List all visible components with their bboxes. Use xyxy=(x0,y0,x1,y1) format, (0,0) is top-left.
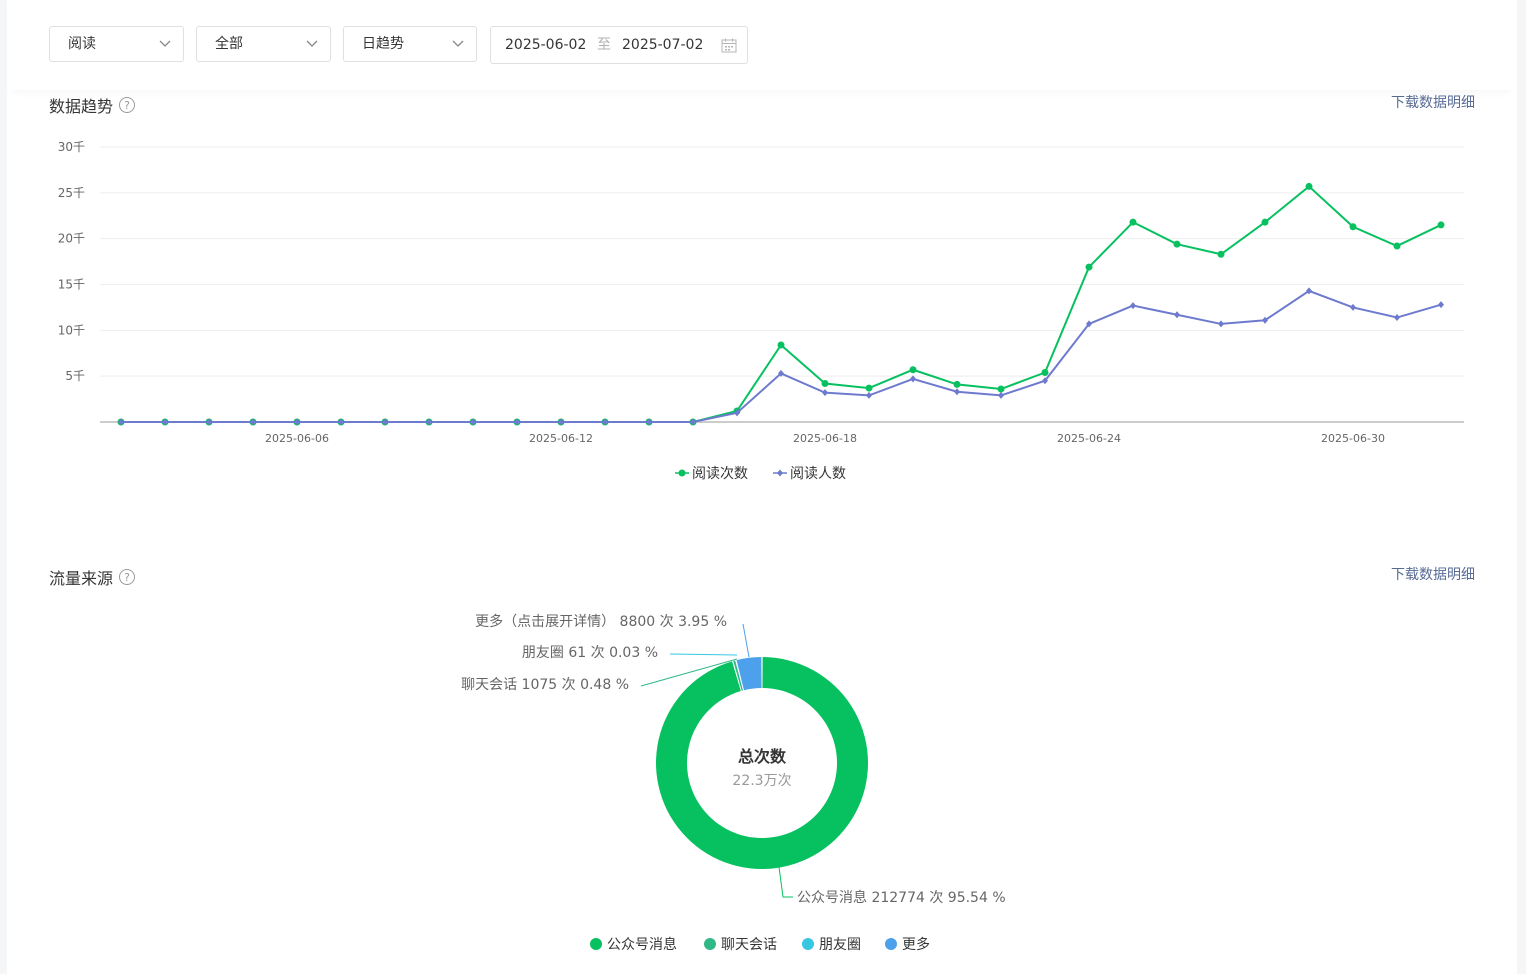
traffic-download-link[interactable]: 下载数据明细 xyxy=(1391,564,1475,584)
legend-dot xyxy=(802,938,814,950)
data-point[interactable] xyxy=(1129,218,1137,226)
legend-label: 更多 xyxy=(902,936,930,953)
legend-item-1[interactable]: 公众号消息 xyxy=(590,936,677,953)
donut-center-title: 总次数 xyxy=(738,747,787,766)
data-point[interactable] xyxy=(909,366,917,374)
legend-marker xyxy=(777,469,783,477)
data-point[interactable] xyxy=(1041,369,1049,376)
data-point[interactable] xyxy=(1261,218,1269,226)
date-end[interactable]: 2025-07-02 xyxy=(622,27,703,63)
date-separator: 至 xyxy=(597,37,611,53)
data-point[interactable] xyxy=(1305,182,1313,190)
data-point[interactable] xyxy=(1085,263,1093,271)
data-point[interactable] xyxy=(1393,242,1401,250)
chevron-down-icon xyxy=(159,40,171,47)
legend-dot xyxy=(885,938,897,950)
x-tick-label: 2025-06-30 xyxy=(1321,432,1385,445)
data-point[interactable] xyxy=(1350,303,1356,311)
legend-item-2[interactable]: 阅读人数 xyxy=(773,465,846,482)
data-point[interactable] xyxy=(1218,320,1224,328)
y-tick-label: 20千 xyxy=(58,232,85,246)
label-leader-line xyxy=(669,653,738,656)
data-point[interactable] xyxy=(777,341,785,349)
traffic-title: 流量来源 xyxy=(49,569,114,588)
chevron-down-icon xyxy=(452,40,464,47)
data-point[interactable] xyxy=(1394,314,1400,321)
date-range-picker[interactable]: 2025-06-02 至 2025-07-02 xyxy=(490,26,748,64)
series-line-2 xyxy=(121,289,1442,423)
x-tick-label: 2025-06-06 xyxy=(265,432,329,445)
legend-item-3[interactable]: 朋友圈 xyxy=(802,937,861,953)
help-icon[interactable]: ? xyxy=(119,569,136,585)
stats-panel: 阅读 全部 日趋势 2025-06-02 至 2025-07-02 数据趋势 ?… xyxy=(7,0,1517,974)
data-point[interactable] xyxy=(1438,301,1444,309)
data-point[interactable] xyxy=(997,385,1005,393)
help-icon[interactable]: ? xyxy=(119,97,136,113)
label-leader-line xyxy=(742,623,750,658)
metric-select[interactable]: 阅读 xyxy=(49,26,184,62)
legend-label: 朋友圈 xyxy=(819,937,861,953)
trend-section-title: 数据趋势 ? xyxy=(49,93,136,117)
data-point[interactable] xyxy=(998,391,1004,399)
y-tick-label: 5千 xyxy=(65,369,85,383)
legend-item-2[interactable]: 聊天会话 xyxy=(704,937,777,953)
legend-label: 公众号消息 xyxy=(607,936,677,953)
x-tick-label: 2025-06-12 xyxy=(529,432,593,445)
x-tick-label: 2025-06-18 xyxy=(793,432,857,445)
data-point[interactable] xyxy=(821,380,829,387)
trend-download-link[interactable]: 下载数据明细 xyxy=(1391,92,1475,112)
legend-item-4[interactable]: 更多 xyxy=(885,936,930,953)
y-tick-label: 10千 xyxy=(58,323,85,337)
legend-label: 阅读次数 xyxy=(692,465,748,482)
series-line-1 xyxy=(121,185,1442,423)
granularity-select-value: 日趋势 xyxy=(362,36,404,52)
x-tick-label: 2025-06-24 xyxy=(1057,432,1121,445)
scope-select[interactable]: 全部 xyxy=(196,26,331,62)
data-point[interactable] xyxy=(1174,311,1180,319)
legend-dot xyxy=(590,938,602,950)
legend-item-1[interactable]: 阅读次数 xyxy=(675,465,748,482)
metric-select-value: 阅读 xyxy=(68,36,96,52)
legend-marker xyxy=(678,469,686,477)
calendar-icon[interactable] xyxy=(721,38,737,53)
data-point[interactable] xyxy=(1349,223,1357,231)
traffic-donut-chart: 公众号消息 212774 次 95.54 % 聊天会话 1075 次 0.48 %… xyxy=(461,613,1006,953)
data-point[interactable] xyxy=(954,388,960,396)
data-point[interactable] xyxy=(1217,250,1225,258)
scope-select-value: 全部 xyxy=(215,36,243,52)
slice-label[interactable]: 更多（点击展开详情） 8800 次 3.95 % xyxy=(475,613,727,630)
date-start[interactable]: 2025-06-02 xyxy=(505,27,586,63)
data-point[interactable] xyxy=(1173,240,1181,248)
chevron-down-icon xyxy=(306,40,318,47)
legend-label: 阅读人数 xyxy=(790,465,846,482)
y-tick-label: 25千 xyxy=(58,186,85,200)
legend-label: 聊天会话 xyxy=(721,937,777,953)
slice-label: 公众号消息 212774 次 95.54 % xyxy=(797,889,1006,906)
traffic-section-title: 流量来源 ? xyxy=(49,565,136,589)
filter-toolbar: 阅读 全部 日趋势 2025-06-02 至 2025-07-02 xyxy=(7,0,1517,90)
data-point[interactable] xyxy=(866,391,872,399)
legend-dot xyxy=(704,938,716,950)
slice-label: 聊天会话 1075 次 0.48 % xyxy=(461,677,629,693)
data-point[interactable] xyxy=(865,384,873,392)
data-point[interactable] xyxy=(953,380,961,388)
label-leader-line xyxy=(778,866,793,898)
data-point[interactable] xyxy=(1130,302,1136,310)
trend-title: 数据趋势 xyxy=(49,97,114,116)
donut-center-value: 22.3万次 xyxy=(732,773,791,789)
slice-label: 朋友圈 61 次 0.03 % xyxy=(522,645,658,661)
data-point[interactable] xyxy=(822,389,828,397)
data-point[interactable] xyxy=(1437,221,1445,229)
y-tick-label: 30千 xyxy=(58,140,85,154)
y-tick-label: 15千 xyxy=(58,278,85,292)
trend-line-chart: 30千 25千 20千 15千 10千 5千 2025-06-06 2025-06-12 202… xyxy=(58,140,1464,482)
granularity-select[interactable]: 日趋势 xyxy=(343,26,477,62)
